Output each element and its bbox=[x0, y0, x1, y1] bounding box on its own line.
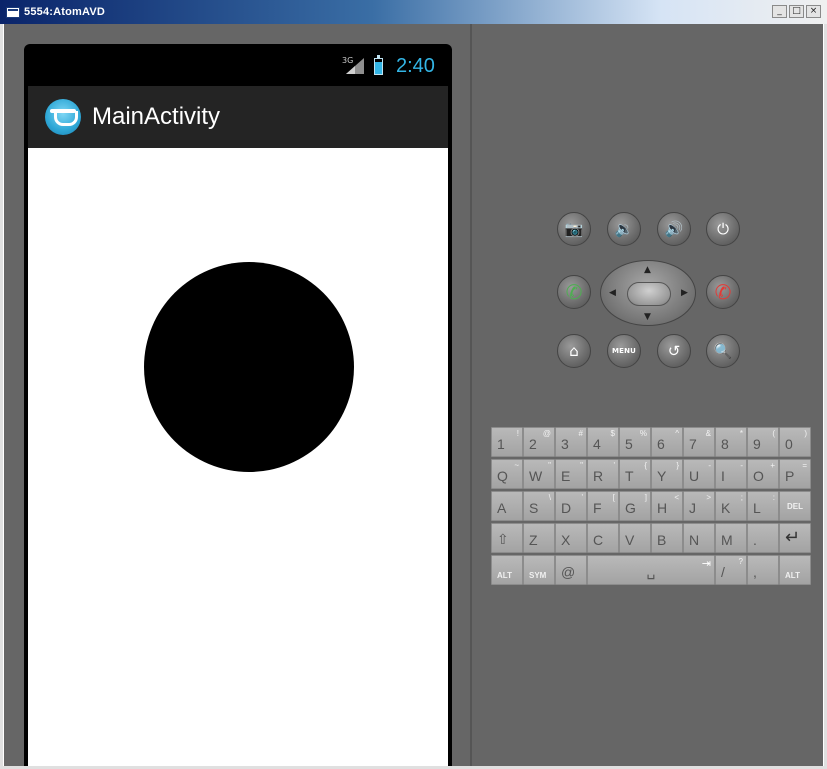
dpad-center-button[interactable] bbox=[627, 282, 671, 306]
key-9[interactable]: 9( bbox=[747, 427, 779, 457]
enter-icon: ↵ bbox=[785, 527, 801, 547]
back-button[interactable]: ↺ bbox=[657, 334, 691, 368]
key-sym[interactable]: SYM bbox=[523, 555, 555, 585]
hang-up-icon: ✆ bbox=[714, 280, 732, 304]
key-m[interactable]: M bbox=[715, 523, 747, 553]
key-q[interactable]: Q ~ bbox=[491, 459, 523, 489]
call-button[interactable]: ✆ bbox=[557, 275, 591, 309]
key-e[interactable]: E " bbox=[555, 459, 587, 489]
key-r[interactable]: R ' bbox=[587, 459, 619, 489]
volume-up-icon: 🔊 bbox=[664, 219, 684, 238]
camera-icon: 📷 bbox=[564, 219, 584, 238]
key-h[interactable]: H < bbox=[651, 491, 683, 521]
key-v[interactable]: V bbox=[619, 523, 651, 553]
key-t[interactable]: T{ bbox=[619, 459, 651, 489]
key-k[interactable]: K; bbox=[715, 491, 747, 521]
volume-up-button[interactable]: 🔊 bbox=[657, 212, 691, 246]
dpad-left-icon[interactable]: ◀ bbox=[609, 289, 616, 298]
key-0[interactable]: 0) bbox=[779, 427, 811, 457]
key-o[interactable]: O + bbox=[747, 459, 779, 489]
key-g[interactable]: G] bbox=[619, 491, 651, 521]
home-icon: ⌂ bbox=[569, 341, 579, 360]
power-icon: ⏻ bbox=[717, 219, 729, 238]
action-bar: MainActivity bbox=[28, 86, 448, 148]
key-z[interactable]: Z bbox=[523, 523, 555, 553]
key-8[interactable]: 8 * bbox=[715, 427, 747, 457]
tab-icon: ⇥ bbox=[701, 558, 711, 570]
key-5[interactable]: 5% bbox=[619, 427, 651, 457]
home-button[interactable]: ⌂ bbox=[557, 334, 591, 368]
panel-divider bbox=[470, 24, 472, 766]
window-title-bar[interactable]: 5554:AtomAVD _ □ × bbox=[0, 0, 827, 24]
minimize-button[interactable]: _ bbox=[772, 5, 787, 18]
activity-content[interactable] bbox=[28, 148, 448, 768]
space-icon: ␣ bbox=[646, 563, 656, 579]
qwerty-keyboard: 1! 2 @ 3 # 4 $ 5% 6 ^ 7 & 8 * 9( 0) Q ~ W " E " R… bbox=[491, 427, 813, 587]
key-i[interactable]: I- bbox=[715, 459, 747, 489]
back-icon: ↺ bbox=[667, 341, 681, 360]
dpad-right-icon[interactable]: ▶ bbox=[681, 289, 688, 298]
key-1[interactable]: 1! bbox=[491, 427, 523, 457]
key-s[interactable]: S \ bbox=[523, 491, 555, 521]
key-j[interactable]: J > bbox=[683, 491, 715, 521]
key-f[interactable]: F[ bbox=[587, 491, 619, 521]
key-at[interactable]: @ bbox=[555, 555, 587, 585]
app-icon[interactable] bbox=[45, 99, 81, 135]
key-7[interactable]: 7 & bbox=[683, 427, 715, 457]
phone-icon: ✆ bbox=[565, 280, 583, 304]
key-enter[interactable]: ↵ bbox=[779, 523, 811, 553]
close-button[interactable]: × bbox=[806, 5, 821, 18]
key-n[interactable]: N bbox=[683, 523, 715, 553]
key-d[interactable]: D ' bbox=[555, 491, 587, 521]
emulator-window-icon bbox=[6, 6, 20, 18]
activity-title: MainActivity bbox=[92, 103, 221, 130]
key-b[interactable]: B bbox=[651, 523, 683, 553]
key-alt-left[interactable]: ALT bbox=[491, 555, 523, 585]
key-delete[interactable]: DEL bbox=[779, 491, 811, 521]
dpad-up-icon[interactable]: ▲ bbox=[644, 266, 651, 275]
end-call-button[interactable]: ✆ bbox=[706, 275, 740, 309]
key-w[interactable]: W " bbox=[523, 459, 555, 489]
status-bar: 3G 2:40 bbox=[28, 48, 448, 86]
key-6[interactable]: 6 ^ bbox=[651, 427, 683, 457]
maximize-button[interactable]: □ bbox=[789, 5, 804, 18]
key-c[interactable]: C bbox=[587, 523, 619, 553]
key-comma[interactable]: , bbox=[747, 555, 779, 585]
power-button[interactable]: ⏻ bbox=[706, 212, 740, 246]
key-u[interactable]: U- bbox=[683, 459, 715, 489]
key-shift[interactable]: ⇧ bbox=[491, 523, 523, 553]
volume-down-button[interactable]: 🔉 bbox=[607, 212, 641, 246]
dpad-down-icon[interactable]: ▼ bbox=[644, 313, 651, 322]
key-alt-right[interactable]: ALT bbox=[779, 555, 811, 585]
status-clock: 2:40 bbox=[396, 55, 435, 77]
key-y[interactable]: Y} bbox=[651, 459, 683, 489]
volume-down-icon: 🔉 bbox=[614, 219, 634, 238]
battery-icon bbox=[374, 55, 383, 75]
window-controls: _ □ × bbox=[772, 5, 821, 18]
camera-button[interactable]: 📷 bbox=[557, 212, 591, 246]
shift-icon: ⇧ bbox=[497, 531, 509, 547]
black-circle bbox=[144, 262, 354, 472]
key-3[interactable]: 3 # bbox=[555, 427, 587, 457]
key-period[interactable]: . bbox=[747, 523, 779, 553]
key-p[interactable]: P = bbox=[779, 459, 811, 489]
dpad[interactable]: ▲ ▼ ◀ ▶ bbox=[600, 260, 696, 326]
key-space[interactable]: ␣ ⇥ bbox=[587, 555, 715, 585]
menu-button[interactable]: MENU bbox=[607, 334, 641, 368]
key-a[interactable]: A bbox=[491, 491, 523, 521]
key-x[interactable]: X bbox=[555, 523, 587, 553]
search-icon: 🔍 bbox=[713, 341, 733, 360]
search-button[interactable]: 🔍 bbox=[706, 334, 740, 368]
signal-icon bbox=[346, 58, 364, 74]
emulator-body: 3G 2:40 MainActivity 📷 🔉 🔊 ⏻ ✆ ▲ ▼ ◀ ▶ ✆… bbox=[4, 24, 823, 769]
key-4[interactable]: 4 $ bbox=[587, 427, 619, 457]
key-slash[interactable]: /? bbox=[715, 555, 747, 585]
key-l[interactable]: L: bbox=[747, 491, 779, 521]
menu-label: MENU bbox=[611, 346, 637, 355]
key-2[interactable]: 2 @ bbox=[523, 427, 555, 457]
window-title: 5554:AtomAVD bbox=[24, 6, 106, 18]
device-screen: 3G 2:40 MainActivity bbox=[24, 44, 452, 769]
